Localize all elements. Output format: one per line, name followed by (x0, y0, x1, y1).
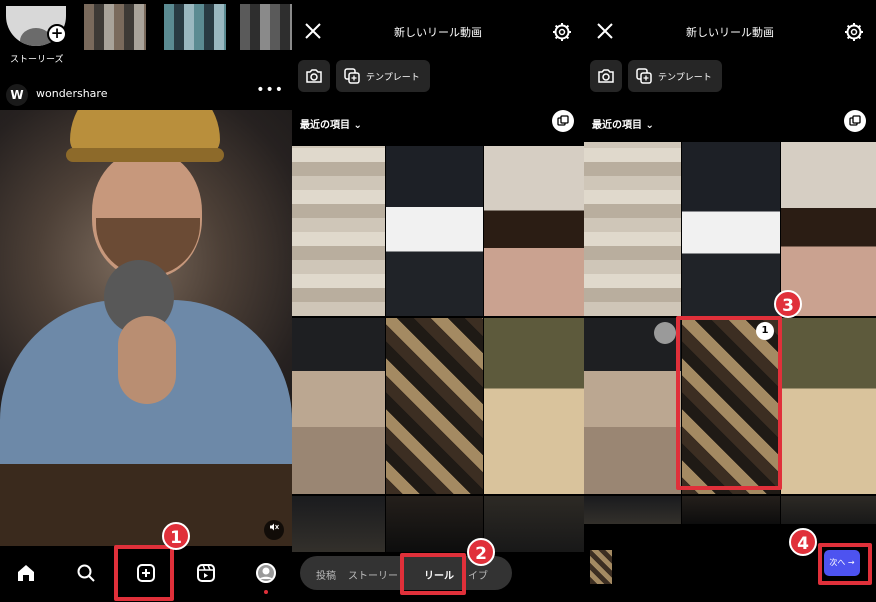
picker-title: 新しいリール動画 (686, 26, 774, 39)
media-thumbnail[interactable] (484, 496, 584, 552)
feed-panel: + ストーリーズ W wondershare ••• 1 (0, 0, 292, 602)
media-thumbnail[interactable] (386, 318, 483, 494)
account-name[interactable]: wondershare (36, 87, 107, 100)
reel-video[interactable] (0, 110, 292, 546)
home-icon[interactable] (13, 560, 39, 586)
story-thumbnail[interactable] (164, 4, 226, 50)
picker-header: 新しいリール動画 (584, 0, 876, 58)
tab-live[interactable]: イブ (468, 567, 488, 582)
camera-button[interactable] (298, 60, 330, 92)
more-options-icon[interactable]: ••• (256, 82, 284, 98)
reels-icon[interactable] (193, 560, 219, 586)
step-2-badge: 2 (467, 538, 495, 566)
picker-title: 新しいリール動画 (394, 26, 482, 39)
recent-items-dropdown[interactable]: 最近の項目 ⌄ (300, 116, 362, 131)
media-thumbnail[interactable] (781, 496, 876, 524)
selected-thumbnail[interactable] (590, 550, 612, 584)
tab-story[interactable]: ストーリー (348, 567, 398, 582)
step-1-badge: 1 (162, 522, 190, 550)
media-thumbnail[interactable] (292, 318, 385, 494)
picker-header: 新しいリール動画 (292, 0, 584, 58)
chevron-down-icon: ⌄ (353, 120, 362, 131)
media-thumbnail[interactable] (484, 318, 584, 494)
select-multiple-icon[interactable] (552, 110, 574, 132)
step-3-badge: 3 (774, 290, 802, 318)
template-icon (636, 68, 652, 84)
template-icon (344, 68, 360, 84)
table (0, 464, 292, 546)
recent-items-dropdown[interactable]: 最近の項目 ⌄ (592, 116, 654, 131)
camera-icon (306, 69, 322, 83)
gear-icon[interactable] (844, 22, 864, 42)
media-thumbnail[interactable] (584, 496, 681, 524)
reel-picker-panel: 新しいリール動画 テンプレート 最近の項目 ⌄ 投稿 ストーリー リール イブ … (292, 0, 584, 602)
hat-brim (66, 148, 224, 162)
step-2-highlight (400, 553, 466, 595)
recent-label: 最近の項目 (300, 120, 350, 131)
step-1-highlight (114, 545, 174, 601)
step-4-badge: 4 (789, 528, 817, 556)
camera-icon (598, 69, 614, 83)
gear-icon[interactable] (552, 22, 572, 42)
step-3-highlight (676, 316, 782, 490)
template-label: テンプレート (658, 72, 712, 83)
brand-avatar[interactable]: W (6, 84, 28, 106)
media-thumbnail[interactable] (682, 142, 780, 316)
story-label: ストーリーズ (10, 55, 64, 65)
recent-label: 最近の項目 (592, 120, 642, 131)
story-thumbnail[interactable] (84, 4, 146, 50)
notification-dot (264, 590, 268, 594)
story-thumbnail[interactable] (240, 4, 292, 50)
media-grid (292, 138, 584, 552)
media-thumbnail[interactable] (292, 496, 385, 552)
media-thumbnail[interactable] (584, 318, 681, 494)
media-thumbnail[interactable] (781, 142, 876, 316)
add-story-icon[interactable]: + (47, 24, 67, 44)
step-4-highlight (818, 543, 872, 585)
mute-icon[interactable] (264, 520, 284, 540)
media-thumbnail[interactable] (781, 318, 876, 494)
media-thumbnail[interactable] (292, 146, 385, 316)
media-thumbnail[interactable] (484, 146, 584, 316)
post-header: W wondershare ••• (0, 78, 292, 108)
template-button[interactable]: テンプレート (336, 60, 430, 92)
media-thumbnail[interactable] (682, 496, 780, 524)
search-icon[interactable] (73, 560, 99, 586)
camera-button[interactable] (590, 60, 622, 92)
select-multiple-icon[interactable] (844, 110, 866, 132)
hand (118, 316, 176, 404)
reel-picker-selected-panel: 新しいリール動画 テンプレート 最近の項目 ⌄ 1 3 次へ → 4 (584, 0, 876, 602)
unselected-circle[interactable] (654, 322, 676, 344)
stories-bar: + ストーリーズ (0, 0, 292, 72)
template-button[interactable]: テンプレート (628, 60, 722, 92)
media-thumbnail[interactable] (386, 146, 483, 316)
chevron-down-icon: ⌄ (645, 120, 654, 131)
profile-icon[interactable] (253, 560, 279, 586)
tab-post[interactable]: 投稿 (316, 567, 336, 582)
template-label: テンプレート (366, 72, 420, 83)
media-thumbnail[interactable] (584, 142, 681, 316)
